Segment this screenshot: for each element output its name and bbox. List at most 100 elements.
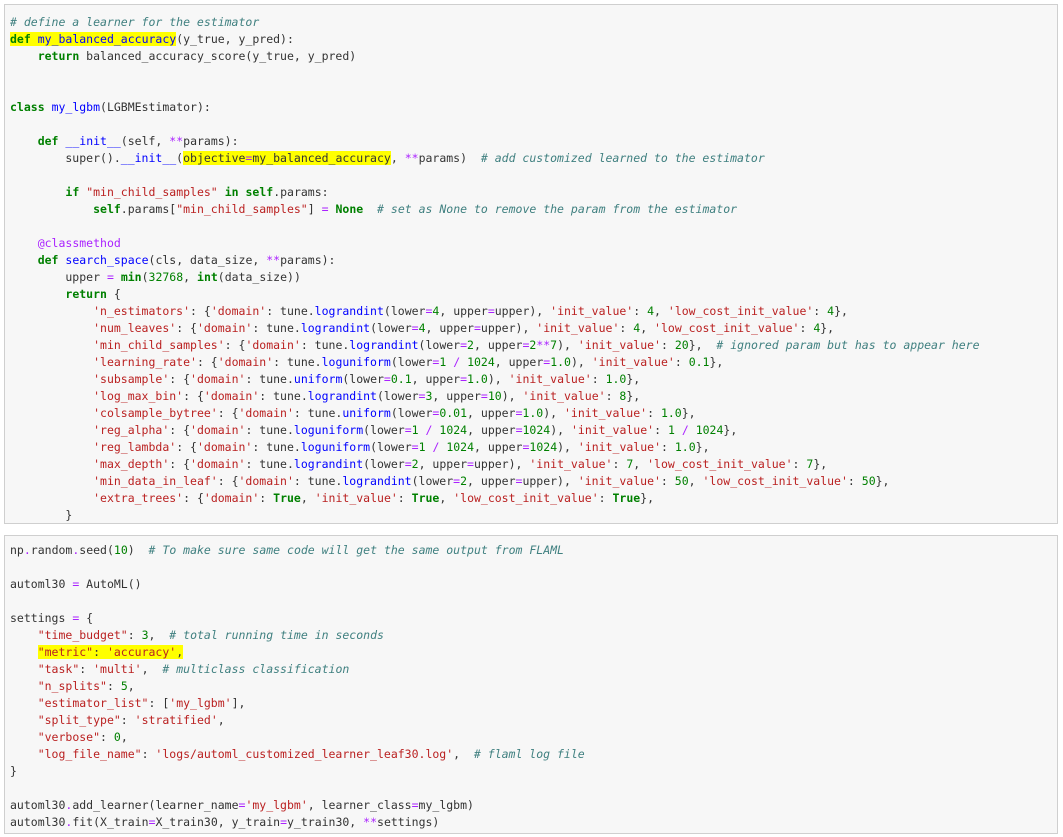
code-area[interactable]: # define a learner for the estimator def … bbox=[5, 5, 1057, 523]
code-token: automl30 bbox=[10, 577, 73, 591]
code-cell-automl-settings[interactable]: np.random.seed(10) # To make sure same c… bbox=[4, 535, 1058, 834]
code-token: @classmethod bbox=[37, 236, 121, 250]
highlighted-code-token: : bbox=[93, 645, 107, 659]
code-line: 'learning_rate': {'domain': tune.logunif… bbox=[10, 354, 723, 371]
code-token: "verbose" bbox=[37, 730, 101, 744]
code-token: 'colsample_bytree' bbox=[93, 406, 218, 420]
code-token: 'domain' bbox=[210, 304, 267, 318]
highlighted-code-token: my_balanced_accuracy bbox=[252, 151, 391, 165]
code-token: automl30 bbox=[10, 798, 66, 812]
highlighted-code-token: "metric" bbox=[37, 645, 94, 659]
code-line: automl30.fit(X_train=X_train30, y_train=… bbox=[10, 814, 439, 831]
code-token: : tune. bbox=[252, 321, 301, 335]
highlighted-code-token bbox=[30, 32, 38, 46]
code-token: 1024 bbox=[529, 440, 558, 454]
code-token: : tune. bbox=[273, 355, 322, 369]
code-token: : tune. bbox=[293, 406, 343, 420]
code-token: 'subsample' bbox=[93, 372, 170, 386]
code-token: settings bbox=[10, 611, 73, 625]
code-line: "metric": 'accuracy', bbox=[10, 644, 184, 661]
code-token: (cls, data_size, bbox=[148, 253, 267, 267]
code-token: (lower bbox=[377, 389, 419, 403]
code-line: "verbose": 0, bbox=[10, 729, 128, 746]
code-line: 'subsample': {'domain': tune.uniform(low… bbox=[10, 371, 640, 388]
code-token: : bbox=[100, 730, 114, 744]
code-token: , bbox=[654, 304, 668, 318]
code-token: : bbox=[605, 389, 620, 403]
code-token: 1.0 bbox=[522, 406, 544, 420]
code-token: { bbox=[106, 287, 121, 301]
code-token: : bbox=[654, 423, 668, 437]
code-token: : { bbox=[196, 355, 218, 369]
code-token: loguniform bbox=[321, 355, 391, 369]
code-token: 'learning_rate' bbox=[93, 355, 197, 369]
code-token: def bbox=[37, 253, 59, 267]
code-token: , upper bbox=[411, 372, 461, 386]
code-token: self bbox=[93, 202, 121, 216]
code-token: }, bbox=[640, 491, 655, 505]
code-line: np.random.seed(10) # To make sure same c… bbox=[10, 542, 564, 559]
code-token: : { bbox=[169, 423, 191, 437]
code-line: 'num_leaves': {'domain': tune.lograndint… bbox=[10, 320, 834, 337]
code-token: 0.1 bbox=[688, 355, 710, 369]
code-cell-learner-definition[interactable]: # define a learner for the estimator def … bbox=[4, 4, 1058, 524]
code-token: __init__ bbox=[65, 134, 121, 148]
code-token: __init__ bbox=[120, 151, 177, 165]
code-token: ), bbox=[543, 406, 564, 420]
code-token: seed( bbox=[79, 543, 114, 557]
code-token: }, bbox=[626, 389, 641, 403]
code-token: : { bbox=[224, 338, 246, 352]
code-token: = bbox=[411, 798, 419, 812]
code-token: 'max_depth' bbox=[93, 457, 170, 471]
code-token: = bbox=[383, 372, 391, 386]
highlighted-code-token: , bbox=[176, 645, 184, 659]
code-token: ) bbox=[127, 543, 149, 557]
code-token: , upper bbox=[439, 304, 488, 318]
code-token: = bbox=[411, 440, 419, 454]
code-token: (lower bbox=[363, 457, 405, 471]
code-token: upper bbox=[10, 270, 107, 284]
code-token: (lower bbox=[370, 440, 412, 454]
code-token: 'init_value' bbox=[522, 389, 606, 403]
code-token: 'init_value' bbox=[563, 406, 648, 420]
code-token: 'low_cost_init_value' bbox=[654, 321, 800, 335]
code-token: 'reg_alpha' bbox=[93, 423, 170, 437]
code-token: (lower bbox=[411, 474, 454, 488]
highlighted-code-token: objective bbox=[183, 151, 246, 165]
code-token: # To make sure same code will get the sa… bbox=[148, 543, 564, 557]
code-token: : bbox=[591, 372, 606, 386]
code-token: loguniform bbox=[300, 440, 371, 454]
code-token: 'init_value' bbox=[577, 440, 661, 454]
code-line: super().__init__(objective=my_balanced_a… bbox=[10, 150, 765, 167]
code-token: ), bbox=[557, 440, 578, 454]
code-token: : [ bbox=[148, 696, 170, 710]
code-token: = bbox=[404, 457, 412, 471]
code-token: lograndint bbox=[349, 338, 419, 352]
code-token: 'init_value' bbox=[570, 423, 655, 437]
code-token: }, bbox=[875, 474, 890, 488]
code-area[interactable]: np.random.seed(10) # To make sure same c… bbox=[5, 536, 1057, 833]
code-token: 2 bbox=[411, 457, 419, 471]
code-token: 20 bbox=[674, 338, 689, 352]
code-token: 4 bbox=[647, 304, 655, 318]
code-token: : bbox=[847, 474, 862, 488]
code-token: 'stratified' bbox=[134, 713, 218, 727]
code-token: ] bbox=[307, 202, 322, 216]
code-line: settings = { bbox=[10, 610, 93, 627]
code-token: "split_type" bbox=[37, 713, 121, 727]
code-token: : bbox=[598, 491, 613, 505]
code-token: AutoML() bbox=[79, 577, 142, 591]
code-token: , bbox=[688, 474, 703, 488]
code-token: = bbox=[321, 202, 329, 216]
